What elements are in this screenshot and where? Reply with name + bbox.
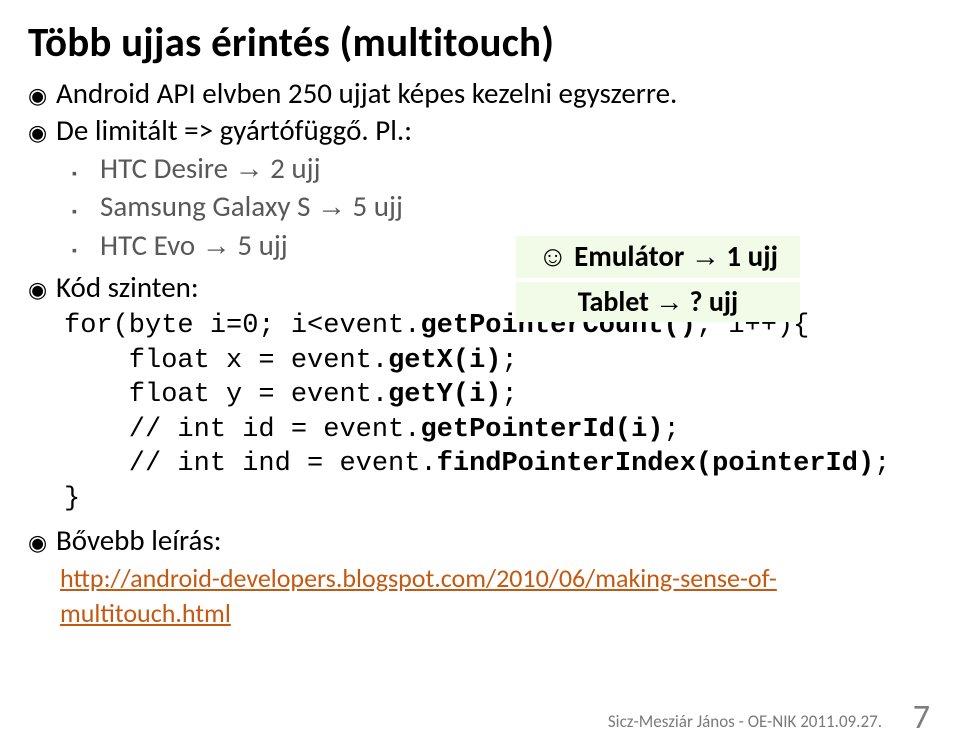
bullet-icon: ◉ <box>28 120 56 147</box>
slide-title: Több ujjas érintés (multitouch) <box>28 18 932 68</box>
para-more-info: Bővebb leírás: <box>56 523 221 558</box>
bullet-sq-icon: ▪ <box>72 242 100 259</box>
device-samsung: Samsung Galaxy S → 5 ujj <box>100 189 403 225</box>
para-api-capacity: Android API elvben 250 ujjat képes kezel… <box>56 76 677 111</box>
bullet-icon: ◉ <box>28 530 56 557</box>
bullet-icon: ◉ <box>28 83 56 110</box>
page-number: 7 <box>913 697 930 738</box>
bullet-sq-icon: ▪ <box>72 203 100 220</box>
device-htc-desire: HTC Desire → 2 ujj <box>100 151 321 187</box>
para-limited: De limitált => gyártófüggő. Pl.: <box>56 113 412 148</box>
highlight-tablet: Tablet → ? ujj <box>516 282 800 322</box>
footer-author-date: Sicz-Mesziár János - OE-NIK 2011.09.27. <box>608 711 882 732</box>
link-multitouch-article[interactable]: http://android-developers.blogspot.com/2… <box>60 562 777 629</box>
highlight-emulator: ☺ Emulátor → 1 ujj <box>516 236 800 278</box>
code-block: for(byte i=0; i<event.getPointerCount();… <box>64 309 932 516</box>
bullet-icon: ◉ <box>28 277 56 304</box>
para-code-level: Kód szinten: <box>56 270 199 305</box>
bullet-sq-icon: ▪ <box>72 165 100 182</box>
device-htc-evo: HTC Evo → 5 ujj <box>100 228 288 264</box>
